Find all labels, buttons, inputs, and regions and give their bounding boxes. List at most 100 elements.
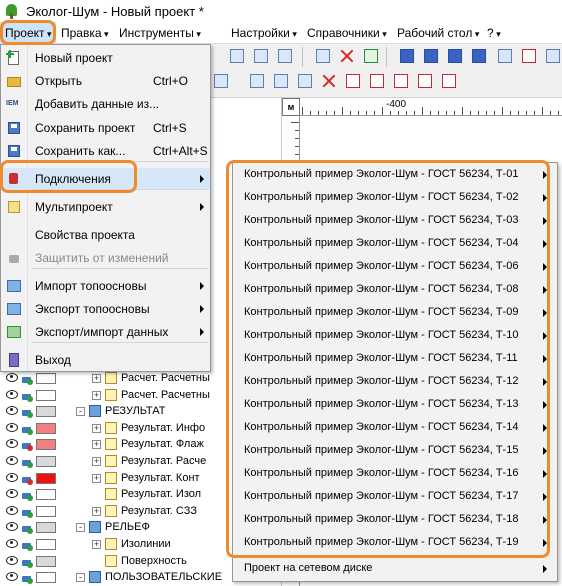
project-menu-item[interactable]: Экспорт/импорт данных xyxy=(1,321,210,343)
connection-item[interactable]: Контрольный пример Эколог-Шум - ГОСТ 562… xyxy=(233,163,557,186)
expand-icon[interactable]: + xyxy=(92,457,101,466)
connection-item[interactable]: Проект на сетевом диске xyxy=(233,557,557,580)
project-menu-item[interactable]: Новый проект xyxy=(1,47,210,69)
layer-lock-icon[interactable] xyxy=(21,438,33,452)
expand-icon[interactable]: + xyxy=(92,374,101,383)
toolbar-pointer-icon[interactable] xyxy=(212,72,230,90)
visibility-eye-icon[interactable] xyxy=(6,472,18,482)
visibility-eye-icon[interactable] xyxy=(6,572,18,582)
visibility-eye-icon[interactable] xyxy=(6,456,18,465)
collapse-icon[interactable]: - xyxy=(76,407,85,417)
expand-icon[interactable]: + xyxy=(92,540,101,549)
connection-item[interactable]: Контрольный пример Эколог-Шум - ГОСТ 562… xyxy=(233,462,557,485)
connection-item[interactable]: Контрольный пример Эколог-Шум - ГОСТ 562… xyxy=(233,439,557,462)
visibility-eye-icon[interactable] xyxy=(6,389,18,399)
toolbar-move-icon[interactable] xyxy=(248,72,266,90)
layer-lock-icon[interactable] xyxy=(21,488,33,502)
toolbar-copy-icon[interactable] xyxy=(228,47,246,65)
menubar-item[interactable]: ? ▾ xyxy=(482,22,522,44)
layer-lock-icon[interactable] xyxy=(21,455,33,468)
layer-lock-icon[interactable] xyxy=(21,422,33,435)
toolbar-polygon-icon[interactable] xyxy=(368,72,386,90)
layer-lock-icon[interactable] xyxy=(21,521,33,535)
layer-lock-icon[interactable] xyxy=(21,571,33,585)
project-menu-item[interactable]: Экспорт топоосновы xyxy=(1,298,210,320)
toolbar-node-remove-icon[interactable] xyxy=(520,47,538,65)
visibility-eye-icon[interactable] xyxy=(6,439,18,449)
menubar-item[interactable]: Правка ▾ xyxy=(56,22,114,44)
connection-item[interactable]: Контрольный пример Эколог-Шум - ГОСТ 562… xyxy=(233,232,557,255)
layer-lock-icon[interactable] xyxy=(21,505,33,518)
toolbar-measure-icon[interactable] xyxy=(314,47,332,65)
layer-lock-icon[interactable] xyxy=(21,472,33,485)
project-menu-item[interactable]: Мультипроект xyxy=(1,196,210,218)
menubar-item[interactable]: Справочники ▾ xyxy=(302,22,392,44)
layer-color-swatch[interactable] xyxy=(36,439,56,451)
expand-icon[interactable]: + xyxy=(92,423,101,433)
toolbar-delete-icon[interactable] xyxy=(338,47,356,65)
toolbar-edit-icon[interactable] xyxy=(252,47,270,65)
toolbar-polygon-icon[interactable] xyxy=(344,72,362,90)
connection-item[interactable]: Контрольный пример Эколог-Шум - ГОСТ 562… xyxy=(233,209,557,232)
layer-lock-icon[interactable] xyxy=(21,405,33,419)
toolbar-curve-icon[interactable] xyxy=(392,72,410,90)
project-menu-item[interactable]: Сохранить как... Ctrl+Alt+S xyxy=(1,140,210,162)
visibility-eye-icon[interactable] xyxy=(6,505,18,515)
toolbar-window-icon[interactable] xyxy=(398,47,416,65)
toolbar-window-icon[interactable] xyxy=(470,47,488,65)
visibility-eye-icon[interactable] xyxy=(6,522,18,532)
expand-icon[interactable]: + xyxy=(92,440,101,450)
menubar-item[interactable]: Рабочий стол ▾ xyxy=(392,22,482,44)
toolbar-window-icon[interactable] xyxy=(446,47,464,65)
layer-color-swatch[interactable] xyxy=(36,522,56,534)
collapse-icon[interactable]: - xyxy=(76,523,85,533)
layer-color-swatch[interactable] xyxy=(36,373,56,384)
connection-item[interactable]: Контрольный пример Эколог-Шум - ГОСТ 562… xyxy=(233,255,557,278)
layer-lock-icon[interactable] xyxy=(21,389,33,402)
project-menu-item[interactable]: Свойства проекта xyxy=(1,224,210,246)
toolbar-rotate-icon[interactable] xyxy=(272,72,290,90)
toolbar-cancel-icon[interactable] xyxy=(320,72,338,90)
toolbar-export-icon[interactable] xyxy=(362,47,380,65)
connection-item[interactable]: Контрольный пример Эколог-Шум - ГОСТ 562… xyxy=(233,370,557,393)
toolbar-circle-icon[interactable] xyxy=(416,72,434,90)
layer-color-swatch[interactable] xyxy=(36,539,56,550)
collapse-icon[interactable]: - xyxy=(76,573,85,583)
visibility-eye-icon[interactable] xyxy=(6,422,18,432)
layer-color-swatch[interactable] xyxy=(36,422,56,434)
connection-item[interactable]: Контрольный пример Эколог-Шум - ГОСТ 562… xyxy=(233,393,557,416)
project-menu-item[interactable]: Выход xyxy=(1,349,210,371)
layer-color-swatch[interactable] xyxy=(36,505,56,517)
connection-item[interactable]: Контрольный пример Эколог-Шум - ГОСТ 562… xyxy=(233,485,557,508)
project-menu-item[interactable]: Импорт топоосновы xyxy=(1,275,210,297)
connection-item[interactable]: Контрольный пример Эколог-Шум - ГОСТ 562… xyxy=(233,416,557,439)
layer-lock-icon[interactable] xyxy=(21,372,33,385)
layer-color-swatch[interactable] xyxy=(36,389,56,401)
menubar-item[interactable]: Проект ▾ xyxy=(0,21,56,44)
visibility-eye-icon[interactable] xyxy=(6,406,18,416)
expand-icon[interactable]: + xyxy=(92,390,101,400)
project-menu-item[interactable]: Защитить от изменений xyxy=(1,247,210,269)
connection-item[interactable]: Контрольный пример Эколог-Шум - ГОСТ 562… xyxy=(233,324,557,347)
layer-color-swatch[interactable] xyxy=(36,456,56,467)
project-menu-item[interactable]: Открыть Ctrl+O xyxy=(1,70,210,92)
expand-icon[interactable]: + xyxy=(92,506,101,516)
toolbar-node-icon[interactable] xyxy=(544,47,562,65)
toolbar-layer-icon[interactable] xyxy=(276,47,294,65)
connection-item[interactable]: Контрольный пример Эколог-Шум - ГОСТ 562… xyxy=(233,508,557,531)
connection-item[interactable]: Контрольный пример Эколог-Шум - ГОСТ 562… xyxy=(233,301,557,324)
visibility-eye-icon[interactable] xyxy=(6,539,18,548)
project-menu-item[interactable]: Подключения xyxy=(1,168,210,190)
visibility-eye-icon[interactable] xyxy=(6,489,18,499)
expand-icon[interactable]: + xyxy=(92,473,101,483)
layer-lock-icon[interactable] xyxy=(21,555,33,568)
menubar-item[interactable]: Настройки ▾ xyxy=(226,22,302,44)
project-menu-item[interactable]: IEM Добавить данные из... xyxy=(1,93,210,115)
layer-color-swatch[interactable] xyxy=(36,555,56,567)
layer-color-swatch[interactable] xyxy=(36,472,56,484)
connection-item[interactable]: Контрольный пример Эколог-Шум - ГОСТ 562… xyxy=(233,531,557,554)
connection-item[interactable]: Контрольный пример Эколог-Шум - ГОСТ 562… xyxy=(233,278,557,301)
connection-item[interactable]: Контрольный пример Эколог-Шум - ГОСТ 562… xyxy=(233,347,557,370)
toolbar-window-icon[interactable] xyxy=(422,47,440,65)
toolbar-node-icon[interactable] xyxy=(496,47,514,65)
